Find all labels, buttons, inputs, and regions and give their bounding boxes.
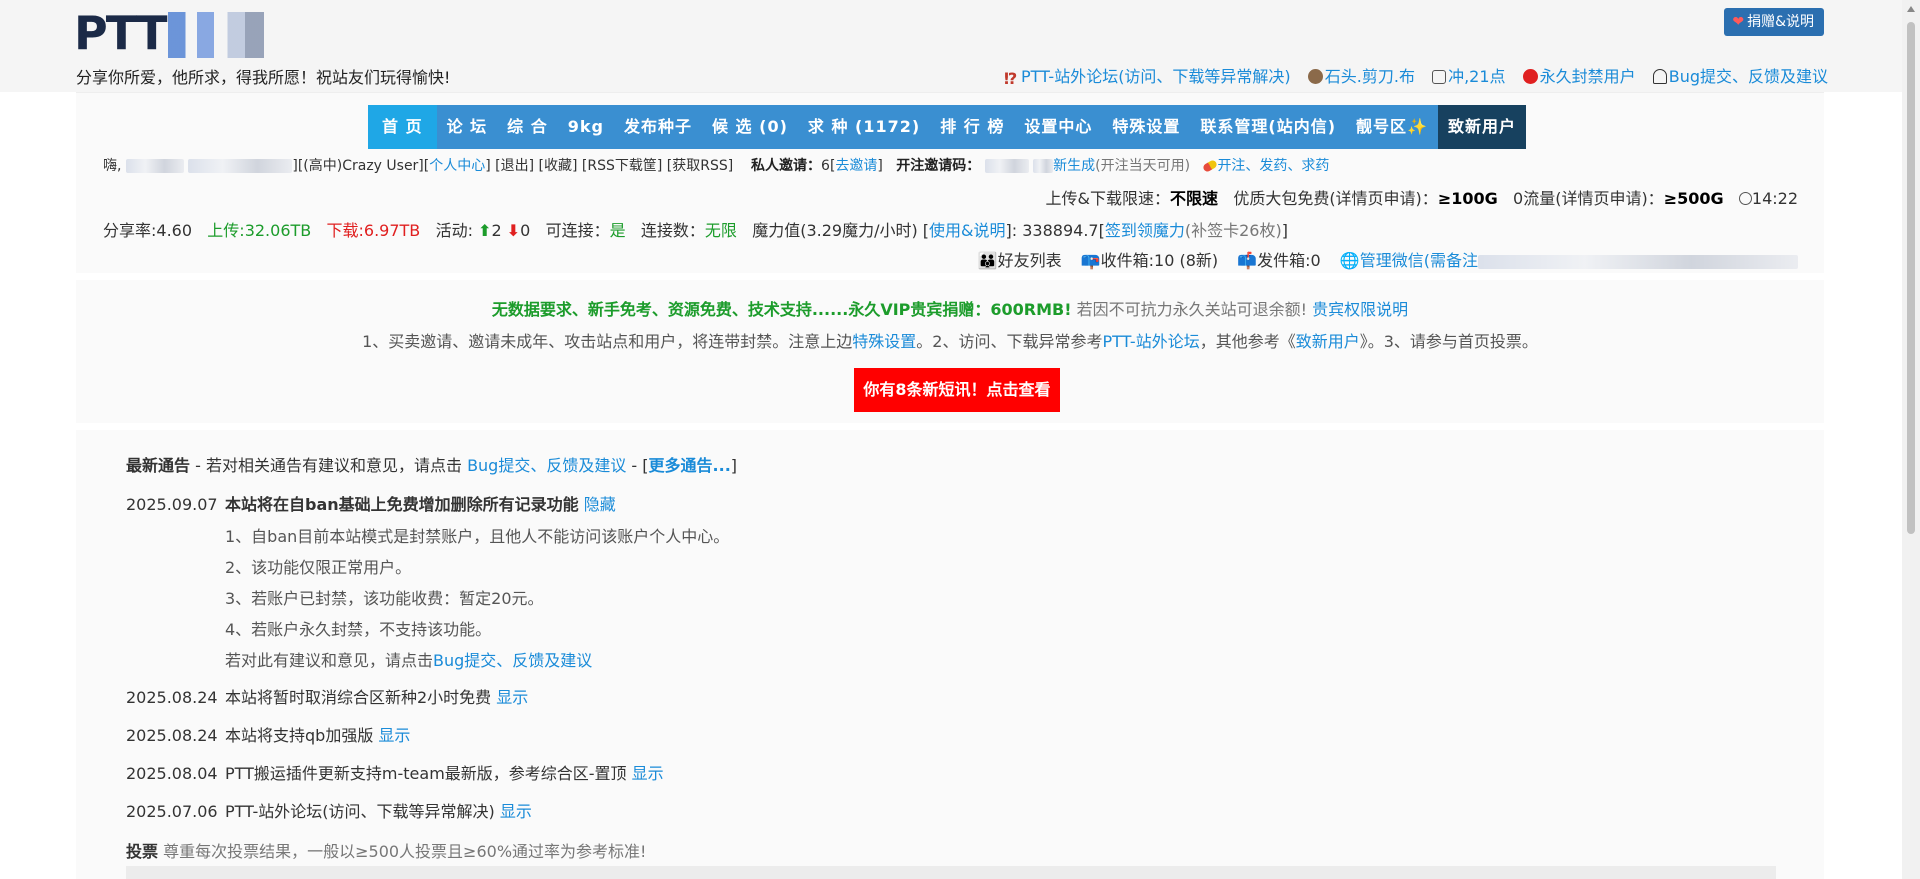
top-link-rps[interactable]: 石头.剪刀.布 <box>1307 67 1415 86</box>
toggle-news-link[interactable]: 显示 <box>500 802 532 821</box>
dice-icon <box>1432 70 1447 84</box>
vote-header: 投票 尊重每次投票结果，一般以≥500人投票且≥60%通过率为参考标准! <box>126 842 647 861</box>
username-redacted[interactable] <box>125 159 184 173</box>
toggle-news-link[interactable]: 显示 <box>496 688 528 707</box>
pill-link[interactable]: 开注、发药、求药 <box>1217 158 1329 174</box>
friends-link[interactable]: 👪好友列表 <box>978 251 1062 270</box>
news-item: 2025.08.04 PTT搬运插件更新支持m-team最新版，参考综合区-置顶 … <box>126 764 664 783</box>
news-detail-line: 若对此有建议和意见，请点击Bug提交、反馈及建议 <box>225 651 593 670</box>
top-link-blackjack[interactable]: 冲,21点 <box>1432 67 1506 86</box>
speed-line: 上传&下载限速：不限速 优质大包免费(详情页申请)：≥100G 0流量(详情页申… <box>1045 189 1798 208</box>
vip-banner: 无数据要求、新手免考、资源免费、技术支持......永久VIP贵宾捐赠：600R… <box>491 300 1409 319</box>
nav-newcomers[interactable]: 致新用户 <box>1437 105 1526 149</box>
user-line: 嗨, ][(高中)Crazy User][个人中心] [退出] [收藏] [RS… <box>103 158 1330 174</box>
site-header: PTT 分享你所爱，他所求，得我所愿！祝站友们玩得愉快! ❤ 捐赠&说明 ⁉ PTT… <box>0 0 1920 92</box>
ghost-icon <box>1652 69 1667 84</box>
mail-line: 👪好友列表 📪收件箱:10 (8新) 📫发件箱:0 🌐管理微信(需备注 <box>964 247 1798 271</box>
outbox-icon: 📫 <box>1237 251 1258 270</box>
magic-usage-link[interactable]: 使用&说明 <box>929 221 1005 240</box>
news-detail-line: 2、该功能仅限正常用户。 <box>225 558 412 577</box>
news-item: 2025.09.07 本站将在自ban基础上免费增加删除所有记录功能 隐藏 <box>126 495 616 514</box>
toggle-news-link[interactable]: 隐藏 <box>584 495 616 514</box>
heart-icon: ❤ <box>1732 14 1745 30</box>
arrow-down-icon: ⬇ <box>506 221 521 240</box>
admin-wechat-link[interactable]: 🌐管理微信(需备注 <box>1340 251 1798 270</box>
news-item: 2025.07.06 PTT-站外论坛(访问、下载等异常解决) 显示 <box>126 802 532 821</box>
top-links: ⁉ PTT-站外论坛(访问、下载等异常解决) 石头.剪刀.布 冲,21点 永久封禁… <box>992 63 1828 88</box>
news-item: 2025.08.24 本站将支持qb加强版 显示 <box>126 726 411 745</box>
nav-requests[interactable]: 求 种 (1172) <box>797 105 931 149</box>
regenerate-code-link[interactable]: 新生成 <box>1053 158 1095 174</box>
nav-vanity-ids[interactable]: 靓号区✨ <box>1346 105 1438 149</box>
vote-box <box>126 866 1776 879</box>
nav-settings[interactable]: 设置中心 <box>1014 105 1103 149</box>
scroll-up-icon[interactable] <box>1907 6 1915 12</box>
site-logo[interactable]: PTT <box>74 6 264 60</box>
top-link-bug[interactable]: Bug提交、反馈及建议 <box>1652 67 1828 86</box>
nav-candidates[interactable]: 候 选 (0) <box>701 105 798 149</box>
rock-icon <box>1307 69 1323 84</box>
signin-link[interactable]: 签到领魔力 <box>1105 221 1185 240</box>
user-center-link[interactable]: 个人中心 <box>429 158 485 174</box>
top-link-forum[interactable]: ⁉ PTT-站外论坛(访问、下载等异常解决) <box>1003 67 1291 88</box>
new-messages-button[interactable]: 你有8条新短讯！点击查看 <box>854 368 1060 412</box>
page-scrollbar[interactable] <box>1902 0 1920 879</box>
nav-rankings[interactable]: 排 行 榜 <box>930 105 1015 149</box>
special-settings-link[interactable]: 特殊设置 <box>852 332 916 351</box>
news-bug-link[interactable]: Bug提交、反馈及建议 <box>467 456 626 475</box>
nav-upload[interactable]: 发布种子 <box>613 105 702 149</box>
news-title: 最新通告 <box>126 456 191 475</box>
inbox-icon: 📪 <box>1080 251 1101 270</box>
news-header: 最新通告 - 若对相关通告有建议和意见，请点击 Bug提交、反馈及建议 - [更… <box>126 456 738 475</box>
news-panel: 最新通告 - 若对相关通告有建议和意见，请点击 Bug提交、反馈及建议 - [更… <box>76 430 1824 879</box>
more-news-link[interactable]: 更多通告... <box>649 456 731 475</box>
nav-home[interactable]: 首 页 <box>368 105 437 149</box>
question-icon: ⁉ <box>1003 69 1018 88</box>
clock-icon <box>1738 192 1752 205</box>
invite-link[interactable]: 去邀请 <box>835 158 877 174</box>
toggle-news-link[interactable]: 显示 <box>378 726 410 745</box>
nav-special-settings[interactable]: 特殊设置 <box>1102 105 1191 149</box>
ban-icon <box>1522 69 1538 84</box>
news-detail-line: 3、若账户已封禁，该功能收费：暂定20元。 <box>225 589 544 608</box>
site-slogan: 分享你所爱，他所求，得我所愿！祝站友们玩得愉快! <box>76 68 451 87</box>
vip-rights-link[interactable]: 贵宾权限说明 <box>1312 300 1408 319</box>
news-detail-line: 4、若账户永久封禁，不支持该功能。 <box>225 620 492 639</box>
nav-contact-admin[interactable]: 联系管理(站内信) <box>1190 105 1347 149</box>
news-detail-line: 1、自ban目前本站模式是封禁账户，且他人不能访问该账户个人中心。 <box>225 527 730 546</box>
news-item: 2025.08.24 本站将暂时取消综合区新种2小时免费 显示 <box>126 688 529 707</box>
top-link-banned[interactable]: 永久封禁用户 <box>1522 67 1636 86</box>
donate-button[interactable]: ❤ 捐赠&说明 <box>1724 8 1824 36</box>
rules-line: 1、买卖邀请、邀请未成年、攻击站点和用户，将连带封禁。注意上边特殊设置。2、访问… <box>362 332 1538 351</box>
outbox-link[interactable]: 📫发件箱:0 <box>1237 251 1321 270</box>
newcomers-link[interactable]: 致新用户 <box>1296 332 1360 351</box>
nav-forum[interactable]: 论 坛 <box>436 105 498 149</box>
stats-line: 分享率:4.60 上传:32.06TB 下载:6.97TB 活动: ⬆2 ⬇0 … <box>103 221 1288 240</box>
toggle-news-link[interactable]: 显示 <box>632 764 664 783</box>
arrow-up-icon: ⬆ <box>478 221 492 240</box>
globe-icon: 🌐 <box>1339 251 1360 270</box>
notice-panel: 无数据要求、新手免考、资源免费、技术支持......永久VIP贵宾捐赠：600R… <box>76 280 1824 423</box>
detail-bug-link[interactable]: Bug提交、反馈及建议 <box>433 651 592 670</box>
inbox-link[interactable]: 📪收件箱:10 (8新) <box>1081 251 1218 270</box>
friends-icon: 👪 <box>977 251 998 270</box>
main-nav: 首 页 论 坛 综 合 9kg 发布种子 候 选 (0) 求 种 (1172) … <box>368 105 1526 149</box>
scrollbar-thumb[interactable] <box>1907 22 1915 534</box>
nav-general[interactable]: 综 合 <box>497 105 558 149</box>
nav-9kg[interactable]: 9kg <box>557 105 614 149</box>
forum-link[interactable]: PTT-站外论坛 <box>1102 332 1199 351</box>
user-panel: 首 页 论 坛 综 合 9kg 发布种子 候 选 (0) 求 种 (1172) … <box>76 92 1824 273</box>
